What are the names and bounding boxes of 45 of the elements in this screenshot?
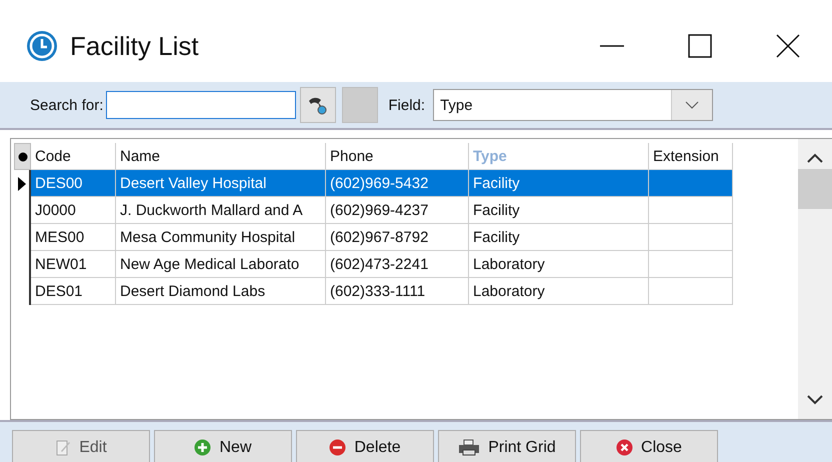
search-label: Search for: xyxy=(30,96,104,114)
table-cell: NEW01 xyxy=(31,251,116,278)
close-button[interactable]: Close xyxy=(580,430,718,462)
table-cell: (602)969-5432 xyxy=(326,170,469,197)
table-cell: Facility xyxy=(469,170,649,197)
table-cell: Laboratory xyxy=(469,278,649,305)
table-cell: MES00 xyxy=(31,224,116,251)
table-cell: (602)473-2241 xyxy=(326,251,469,278)
search-field[interactable] xyxy=(106,91,296,119)
delete-button[interactable]: Delete xyxy=(296,430,434,462)
maximize-icon[interactable] xyxy=(687,33,713,59)
close-icon[interactable] xyxy=(775,33,801,59)
table-cell: (602)969-4237 xyxy=(326,197,469,224)
plus-icon xyxy=(194,439,212,456)
field-label: Field: xyxy=(388,96,426,114)
table-cell: (602)967-8792 xyxy=(326,224,469,251)
table-cell: New Age Medical Laborato xyxy=(116,251,326,278)
printer-icon xyxy=(458,439,480,456)
table-cell: Facility xyxy=(469,197,649,224)
current-row-icon xyxy=(18,176,26,190)
table-cell: Facility xyxy=(469,224,649,251)
table-cell: Laboratory xyxy=(469,251,649,278)
field-dropdown[interactable]: Type xyxy=(433,89,714,121)
table-cell: Desert Valley Hospital xyxy=(116,170,326,197)
table-cell: Desert Diamond Labs xyxy=(116,278,326,305)
table-cell: J0000 xyxy=(31,197,116,224)
print-button[interactable]: Print Grid xyxy=(438,430,576,462)
minus-icon xyxy=(329,439,346,456)
new-button[interactable]: New xyxy=(154,430,292,462)
table-cell: (602)333-1111 xyxy=(326,278,469,305)
close-icon xyxy=(616,439,634,456)
dot-icon xyxy=(18,152,28,162)
window-title: Facility List xyxy=(70,30,199,62)
table-cell: DES01 xyxy=(31,278,116,305)
clock-icon xyxy=(26,30,58,62)
scroll-up-icon[interactable] xyxy=(807,153,823,163)
scroll-down-icon[interactable] xyxy=(807,395,823,405)
chevron-down-icon xyxy=(685,101,700,109)
table-cell: Mesa Community Hospital xyxy=(116,224,326,251)
scrollbar-thumb[interactable] xyxy=(798,169,832,209)
table-cell: J. Duckworth Mallard and A xyxy=(116,197,326,224)
notepad-icon xyxy=(55,439,72,457)
table-cell: DES00 xyxy=(31,170,116,197)
binoculars-button[interactable] xyxy=(300,87,336,123)
row-selector-header[interactable] xyxy=(14,143,31,170)
